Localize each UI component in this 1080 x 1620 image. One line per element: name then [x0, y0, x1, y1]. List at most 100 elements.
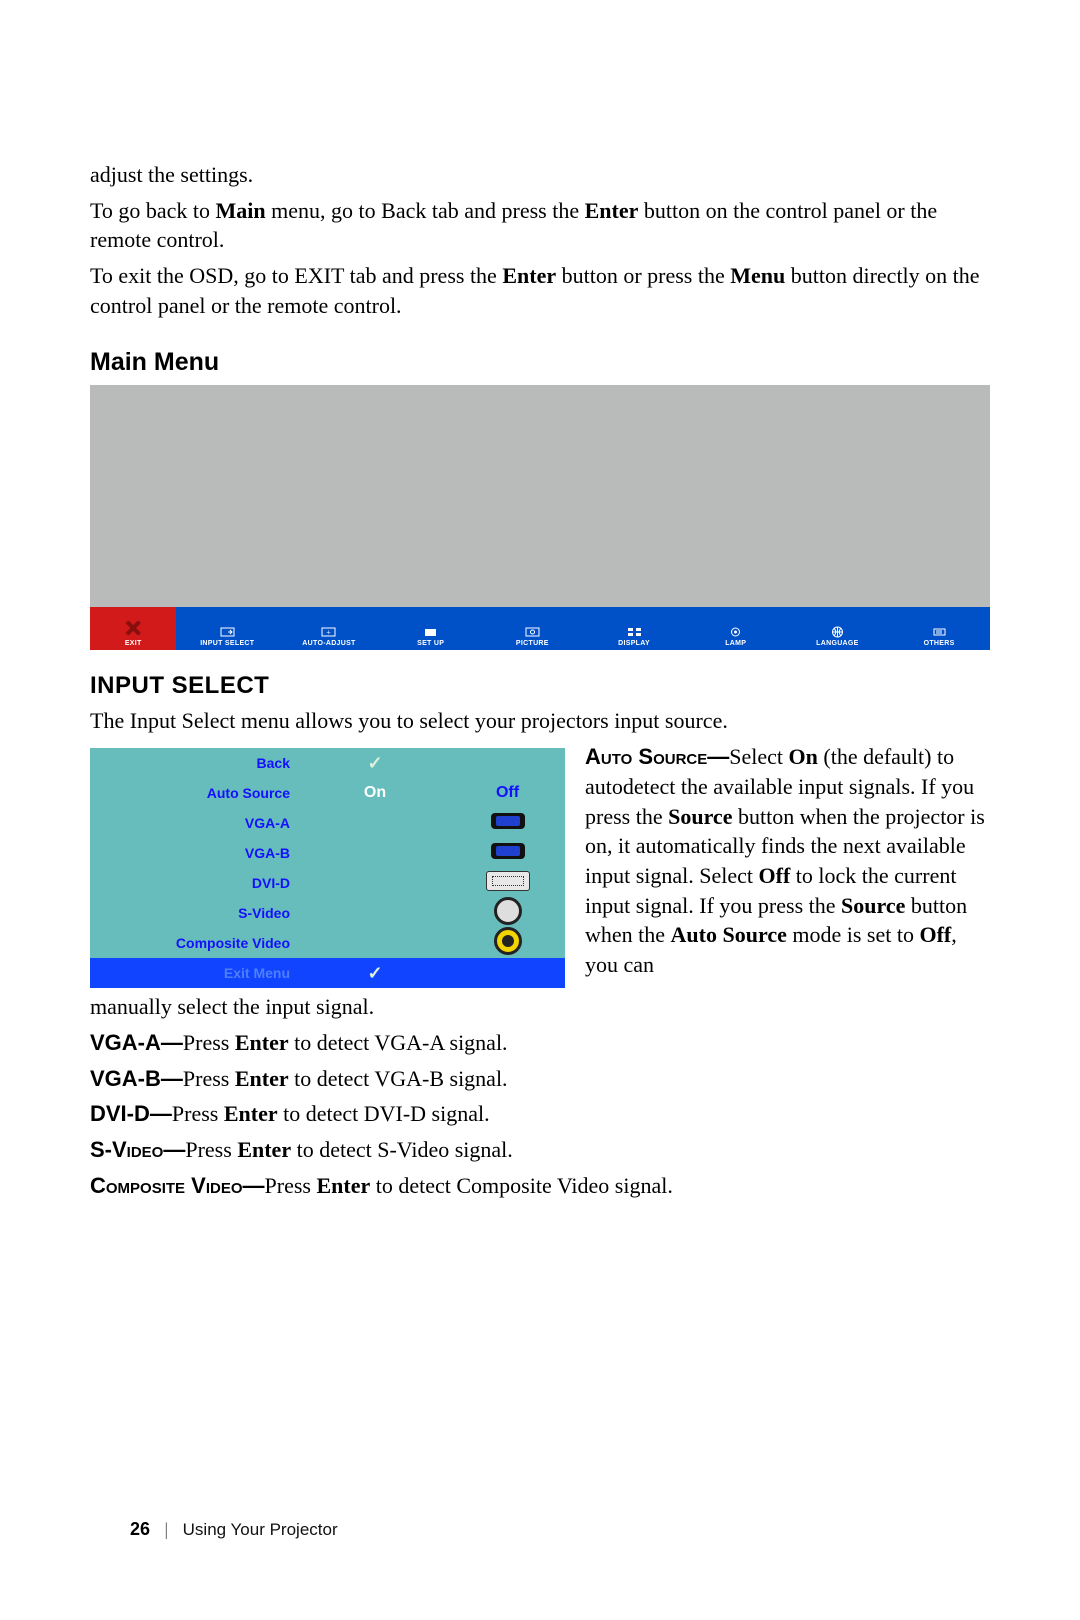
- menu-row-s-video[interactable]: S-Video: [90, 898, 565, 928]
- tab-auto-adjust[interactable]: + AUTO-ADJUST: [278, 607, 380, 650]
- tab-others[interactable]: OTHERS: [888, 607, 990, 650]
- menu-row-vga-b[interactable]: VGA-B: [90, 838, 565, 868]
- section-name: Using Your Projector: [183, 1520, 338, 1539]
- text: to detect DVI-D signal.: [278, 1101, 490, 1126]
- text: menu, go to Back tab and press the: [266, 198, 585, 223]
- menu-row-exit[interactable]: Exit Menu ✓: [90, 958, 565, 988]
- term-label: Composite Video—: [90, 1173, 265, 1198]
- footer-separator: |: [165, 1519, 169, 1539]
- tab-label: AUTO-ADJUST: [302, 640, 355, 647]
- text-bold: Source: [668, 804, 732, 829]
- text: Press: [183, 1030, 235, 1055]
- text: to detect S-Video signal.: [291, 1137, 513, 1162]
- text: to detect Composite Video signal.: [370, 1173, 673, 1198]
- menu-label: Back: [90, 755, 300, 771]
- close-icon: ✕: [124, 618, 142, 640]
- menu-label: VGA-A: [90, 815, 300, 831]
- text: button or press the: [556, 263, 730, 288]
- text: mode is set to: [787, 922, 920, 947]
- text: to detect VGA-A signal.: [289, 1030, 508, 1055]
- tab-set-up[interactable]: SET UP: [380, 607, 482, 650]
- text-bold: Enter: [224, 1101, 278, 1126]
- tab-lamp[interactable]: LAMP: [685, 607, 787, 650]
- text: to detect VGA-B signal.: [289, 1066, 508, 1091]
- text-bold: Main: [216, 198, 266, 223]
- picture-icon: [525, 626, 540, 638]
- tab-label: LAMP: [725, 640, 746, 647]
- text-bold: On: [789, 744, 818, 769]
- dvi-port-icon: [486, 871, 530, 891]
- menu-row-back[interactable]: Back ✓: [90, 748, 565, 778]
- tab-exit[interactable]: ✕ EXIT: [90, 607, 176, 650]
- text-bold: Auto Source: [671, 922, 787, 947]
- text-bold: Off: [919, 922, 951, 947]
- text-bold: Enter: [237, 1137, 291, 1162]
- term-label: VGA-B—: [90, 1066, 183, 1091]
- display-icon: [627, 626, 642, 638]
- menu-label: Exit Menu: [90, 965, 300, 981]
- line-composite: Composite Video—Press Enter to detect Co…: [90, 1171, 990, 1201]
- text: To exit the OSD, go to EXIT tab and pres…: [90, 263, 502, 288]
- term-label: S-Video—: [90, 1137, 185, 1162]
- main-menu-screenshot: ✕ EXIT INPUT SELECT + AUTO-ADJUST SET UP…: [90, 385, 990, 650]
- text: To go back to: [90, 198, 216, 223]
- input-select-screenshot: Back ✓ Auto Source On Off VGA-A VGA-B DV…: [90, 748, 565, 988]
- tab-label: SET UP: [417, 640, 444, 647]
- line-vga-b: VGA-B—Press Enter to detect VGA-B signal…: [90, 1064, 990, 1094]
- line-dvi-d: DVI-D—Press Enter to detect DVI-D signal…: [90, 1099, 990, 1129]
- term-label: VGA-A—: [90, 1030, 183, 1055]
- line-s-video: S-Video—Press Enter to detect S-Video si…: [90, 1135, 990, 1165]
- option-off[interactable]: Off: [450, 784, 565, 802]
- vga-port-icon: [491, 813, 525, 829]
- text-bold: Off: [759, 863, 791, 888]
- text: Press: [172, 1101, 224, 1126]
- page-number: 26: [130, 1519, 150, 1539]
- text-bold: Enter: [235, 1066, 289, 1091]
- text-bold: Enter: [235, 1030, 289, 1055]
- tab-language[interactable]: LANGUAGE: [787, 607, 889, 650]
- tab-picture[interactable]: PICTURE: [482, 607, 584, 650]
- menu-row-auto-source[interactable]: Auto Source On Off: [90, 778, 565, 808]
- term-label: DVI-D—: [90, 1101, 172, 1126]
- heading-input-select: INPUT SELECT: [90, 672, 990, 700]
- globe-icon: [830, 626, 845, 638]
- tab-label: EXIT: [125, 640, 142, 647]
- text-bold: Menu: [730, 263, 785, 288]
- auto-adjust-icon: +: [321, 626, 336, 638]
- tab-label: LANGUAGE: [816, 640, 858, 647]
- tab-label: PICTURE: [516, 640, 549, 647]
- composite-port-icon: [494, 927, 522, 955]
- text-bold: Enter: [585, 198, 639, 223]
- menu-label: S-Video: [90, 905, 300, 921]
- line-vga-a: VGA-A—Press Enter to detect VGA-A signal…: [90, 1028, 990, 1058]
- paragraph-manual: manually select the input signal.: [90, 992, 990, 1022]
- tab-label: OTHERS: [924, 640, 955, 647]
- paragraph-input-select-intro: The Input Select menu allows you to sele…: [90, 706, 990, 736]
- paragraph-exit-osd: To exit the OSD, go to EXIT tab and pres…: [90, 261, 990, 320]
- svg-text:+: +: [327, 628, 332, 637]
- menu-label: DVI-D: [90, 875, 300, 891]
- tab-display[interactable]: DISPLAY: [583, 607, 685, 650]
- tab-input-select[interactable]: INPUT SELECT: [176, 607, 278, 650]
- menu-row-dvi-d[interactable]: DVI-D: [90, 868, 565, 898]
- text: Press: [265, 1173, 317, 1198]
- menu-label: Composite Video: [90, 935, 300, 951]
- paragraph-go-back: To go back to Main menu, go to Back tab …: [90, 196, 990, 255]
- input-select-icon: [220, 626, 235, 638]
- text: Press: [183, 1066, 235, 1091]
- tab-label: DISPLAY: [618, 640, 650, 647]
- term-label: Auto Source—: [585, 744, 729, 769]
- tab-label: INPUT SELECT: [200, 640, 254, 647]
- menu-row-composite[interactable]: Composite Video: [90, 928, 565, 958]
- others-icon: [932, 626, 947, 638]
- check-icon: ✓: [367, 963, 382, 983]
- menu-row-vga-a[interactable]: VGA-A: [90, 808, 565, 838]
- option-on[interactable]: On: [300, 784, 450, 802]
- page-footer: 26 | Using Your Projector: [130, 1519, 338, 1540]
- text: Select: [729, 744, 788, 769]
- menu-label: VGA-B: [90, 845, 300, 861]
- text-bold: Enter: [316, 1173, 370, 1198]
- text: Press: [185, 1137, 237, 1162]
- osd-tab-bar: ✕ EXIT INPUT SELECT + AUTO-ADJUST SET UP…: [90, 607, 990, 650]
- vga-port-icon: [491, 843, 525, 859]
